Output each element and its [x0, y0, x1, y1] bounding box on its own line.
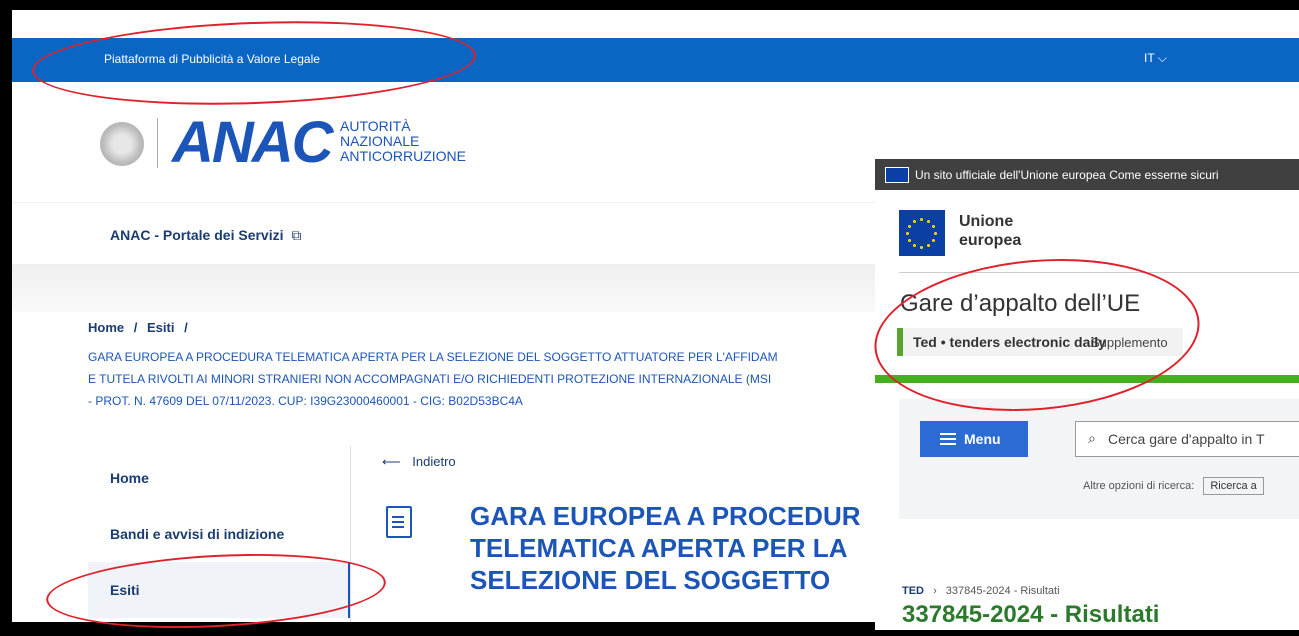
breadcrumb-ted[interactable]: TED — [902, 585, 924, 597]
eu-official-bar: Un sito ufficiale dell'Unione europea Co… — [875, 159, 1299, 190]
eu-official-text[interactable]: Un sito ufficiale dell'Unione europea Co… — [915, 168, 1219, 182]
search-input[interactable]: ⌕ Cerca gare d'appalto in T — [1075, 421, 1299, 457]
logo-sub-line: NAZIONALE — [340, 133, 420, 149]
menu-label: Menu — [964, 431, 1001, 447]
breadcrumb-separator: › — [933, 585, 937, 597]
search-panel: Menu ⌕ Cerca gare d'appalto in T Altre o… — [899, 399, 1299, 519]
advanced-search-button[interactable]: Ricerca a — [1203, 477, 1264, 495]
breadcrumb: Home / Esiti / — [88, 320, 194, 335]
description-line: GARA EUROPEA A PROCEDURA TELEMATICA APER… — [88, 350, 778, 364]
title-line: GARA EUROPEA A PROCEDUR — [470, 501, 861, 531]
result-title: 337845-2024 - Risultati — [902, 601, 1160, 628]
logo-sub-line: AUTORITÀ — [340, 118, 411, 134]
eu-flag-icon — [885, 167, 909, 183]
brand-line: Unione — [959, 213, 1014, 230]
menu-button[interactable]: Menu — [920, 421, 1028, 457]
screenshot-frame: Piattaforma di Pubblicità a Valore Legal… — [0, 0, 1299, 636]
breadcrumb-home[interactable]: Home — [88, 320, 124, 335]
title-line: TELEMATICA APERTA PER LA — [470, 533, 848, 563]
breadcrumb-separator: / — [184, 320, 188, 335]
sidebar-item-bandi[interactable]: Bandi e avvisi di indizione — [88, 506, 350, 562]
eu-brand-name: Unione europea — [959, 212, 1021, 250]
title-line: SELEZIONE DEL SOGGETTO — [470, 565, 831, 595]
breadcrumb-current: 337845-2024 - Risultati — [945, 585, 1060, 597]
external-link-icon: ⧉ — [291, 227, 302, 243]
more-options-label: Altre opzioni di ricerca: — [1083, 480, 1195, 492]
italian-emblem-icon — [100, 122, 144, 166]
tender-title: GARA EUROPEA A PROCEDUR TELEMATICA APERT… — [470, 500, 890, 596]
hamburger-icon — [940, 433, 956, 445]
sidebar-item-home[interactable]: Home — [88, 450, 350, 506]
ted-breadcrumb: TED › 337845-2024 - Risultati — [902, 585, 1060, 597]
portal-link[interactable]: ANAC - Portale dei Servizi ⧉ — [110, 227, 301, 244]
back-label: Indietro — [412, 454, 456, 469]
eu-flag-logo-icon[interactable] — [899, 210, 945, 256]
logo-sub-line: ANTICORRUZIONE — [340, 148, 466, 164]
anac-logo-subtitle: AUTORITÀ NAZIONALE ANTICORRUZIONE — [340, 119, 466, 164]
more-search-options: Altre opzioni di ricerca: Ricerca a — [1083, 477, 1264, 495]
anac-logo[interactable]: ANAC — [172, 114, 334, 172]
tender-description: GARA EUROPEA A PROCEDURA TELEMATICA APER… — [88, 346, 878, 412]
description-line: E TUTELA RIVOLTI AI MINORI STRANIERI NON… — [88, 372, 772, 386]
language-selector[interactable]: IT ⌵ — [1144, 51, 1167, 66]
search-placeholder: Cerca gare d'appalto in T — [1108, 431, 1265, 447]
search-icon: ⌕ — [1088, 430, 1096, 446]
brand-line: europea — [959, 232, 1022, 249]
breadcrumb-esiti[interactable]: Esiti — [147, 320, 174, 335]
portal-link-label: ANAC - Portale dei Servizi — [110, 227, 284, 243]
back-link[interactable]: ⟵ Indietro — [382, 454, 456, 470]
document-icon — [386, 506, 412, 538]
logo-divider — [157, 118, 158, 168]
back-arrow-icon: ⟵ — [382, 454, 401, 469]
description-line: - PROT. N. 47609 DEL 07/11/2023. CUP: I3… — [88, 394, 523, 408]
breadcrumb-separator: / — [133, 320, 138, 335]
